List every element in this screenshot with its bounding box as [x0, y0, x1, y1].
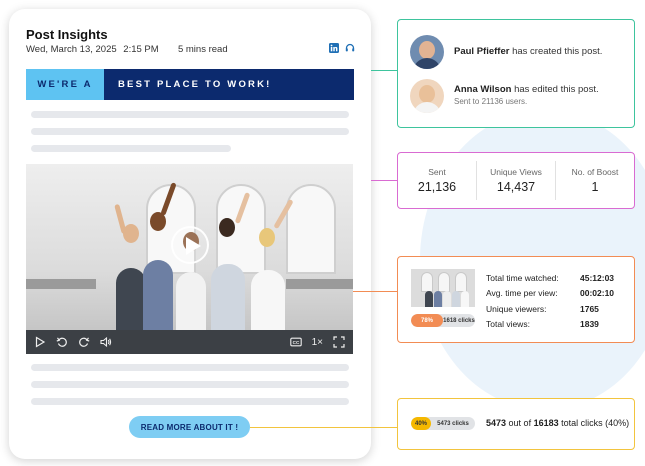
text-placeholder-line [31, 111, 349, 118]
read-time: 5 mins read [177, 44, 228, 55]
post-meta: Wed, March 13, 2025 2:15 PM 5 mins read [26, 44, 228, 55]
stat-value: 14,437 [496, 180, 536, 194]
banner-right-text: BEST PLACE TO WORK! [104, 69, 354, 100]
clicks-summary: 5473 out of 16183 total clicks (40%) [486, 418, 629, 428]
metric-value: 1765 [580, 303, 599, 314]
stats-card: Sent 21,136 Unique Views 14,437 No. of B… [397, 152, 635, 209]
activity-subtext: Sent to 21136 users. [454, 97, 528, 106]
clicks-progress-fill: 40% [411, 417, 431, 430]
linkedin-icon[interactable] [329, 43, 339, 53]
metric-label: Unique viewers: [486, 303, 547, 314]
stat-unique-views: Unique Views 14,437 [476, 161, 555, 200]
metric-label: Total views: [486, 319, 530, 330]
activity-card: Paul Pfieffer has created this post. Ann… [397, 19, 635, 128]
text-placeholder-line [31, 128, 349, 135]
metric-label: Avg. time per view: [486, 288, 558, 299]
metric-value: 1839 [580, 319, 599, 330]
post-card: Post Insights Wed, March 13, 2025 2:15 P… [9, 9, 371, 459]
headset-icon[interactable] [345, 43, 355, 53]
text-placeholder-line [31, 381, 349, 388]
stat-boost: No. of Boost 1 [555, 161, 634, 200]
clicks-out-of: out of [508, 418, 532, 428]
cc-icon[interactable]: CC [289, 336, 302, 348]
activity-name: Anna Wilson [454, 84, 512, 95]
stat-value: 1 [591, 180, 599, 194]
banner-left-text: WE'RE A [26, 69, 104, 100]
text-placeholder-line [31, 398, 349, 405]
fullscreen-icon[interactable] [333, 336, 345, 348]
connector-line [371, 70, 397, 71]
connector-line [353, 291, 397, 292]
metric-value: 45:12:03 [580, 272, 615, 283]
post-time: 2:15 PM [123, 44, 159, 55]
stat-sent: Sent 21,136 [398, 153, 476, 208]
activity-action: has edited this post. [514, 84, 599, 95]
clicks-suffix: total clicks (40%) [561, 418, 630, 428]
clicks-count: 5473 clicks [437, 420, 469, 427]
text-placeholder-line [31, 364, 349, 371]
post-date: Wed, March 13, 2025 [26, 44, 117, 55]
metric-value: 00:02:10 [580, 288, 615, 299]
replay-icon[interactable] [56, 336, 68, 348]
post-title: Post Insights [26, 27, 108, 42]
video-watch-card: 78% 1618 clicks Total time watched: 45:12… [397, 256, 635, 343]
activity-entry: Paul Pfieffer has created this post. [410, 35, 602, 69]
clicks-total: 16183 [533, 418, 559, 428]
avatar [410, 79, 444, 113]
watch-progress-fill: 78% [411, 314, 443, 327]
metric-label: Total time watched: [486, 272, 559, 283]
read-more-button[interactable]: READ MORE ABOUT IT ! [129, 416, 250, 438]
watch-metrics: Total time watched: 45:12:03 Avg. time pe… [486, 270, 614, 332]
volume-icon[interactable] [100, 336, 112, 348]
clicks-progress-pill: 40% 5473 clicks [411, 417, 475, 430]
playback-speed[interactable]: 1× [312, 337, 323, 348]
video-thumbnail [411, 269, 475, 307]
play-icon[interactable] [171, 226, 209, 264]
watch-clicks: 1618 clicks [443, 317, 475, 324]
text-placeholder-line [31, 145, 231, 152]
activity-action: has created this post. [512, 46, 603, 57]
clicks-card: 40% 5473 clicks 5473 out of 16183 total … [397, 398, 635, 450]
avatar [410, 35, 444, 69]
connector-line [371, 180, 397, 181]
forward-icon[interactable] [78, 336, 90, 348]
play-icon[interactable] [34, 336, 46, 348]
stat-value: 21,136 [417, 180, 457, 194]
clicks-value: 5473 [486, 418, 507, 428]
banner: WE'RE A BEST PLACE TO WORK! [26, 69, 354, 100]
share-icons [329, 43, 355, 53]
stat-label: Unique Views [490, 167, 542, 177]
stat-label: No. of Boost [571, 167, 619, 177]
svg-text:CC: CC [292, 340, 299, 345]
connector-line [250, 427, 397, 428]
stat-label: Sent [428, 167, 446, 177]
video-player[interactable]: CC 1× [26, 164, 353, 354]
activity-name: Paul Pfieffer [454, 46, 510, 57]
watch-progress-pill: 78% 1618 clicks [411, 314, 475, 327]
activity-entry: Anna Wilson has edited this post. Sent t… [410, 79, 599, 113]
video-controls: CC 1× [26, 330, 353, 354]
